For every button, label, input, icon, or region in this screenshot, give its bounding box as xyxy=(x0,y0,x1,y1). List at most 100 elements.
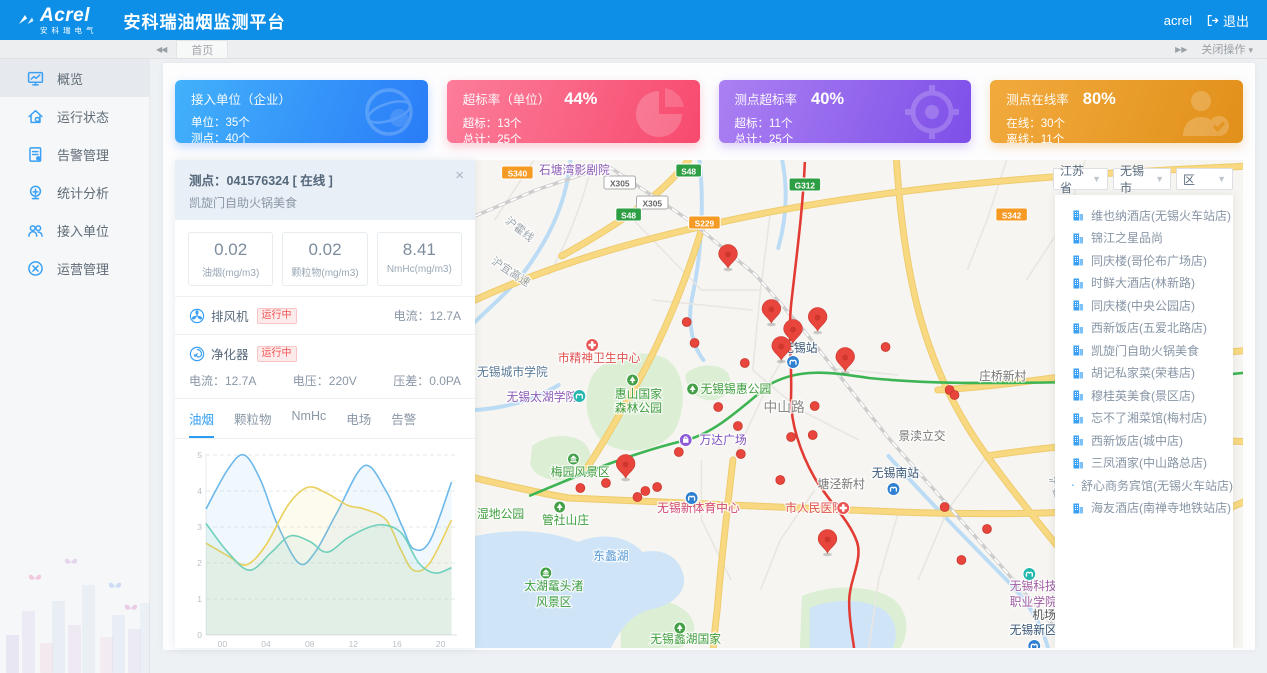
monitor-point-dot[interactable] xyxy=(641,487,650,496)
region-select-3[interactable]: 区▼ xyxy=(1176,168,1233,190)
sidebar-item-4[interactable]: 统计分析 xyxy=(0,173,149,211)
monitor-point-dot[interactable] xyxy=(674,448,683,457)
metro-teal-map-icon xyxy=(1023,568,1036,581)
monitor-point-dot[interactable] xyxy=(714,403,723,412)
monitor-point-dot[interactable] xyxy=(787,433,796,442)
monitor-point-dot[interactable] xyxy=(940,503,949,512)
store-list-item[interactable]: 时鲜大酒店(林新路) xyxy=(1055,272,1233,295)
username[interactable]: acrel xyxy=(1164,13,1192,28)
monitor-point-dot[interactable] xyxy=(653,483,662,492)
svg-text:职业学院: 职业学院 xyxy=(1010,595,1057,609)
stat-card-point-exceed-rate: 测点超标率40% 超标：11个总计：25个 xyxy=(719,80,972,143)
svg-text:4: 4 xyxy=(197,486,202,496)
map-label: 市精神卫生中心市精神卫生中心 xyxy=(558,351,641,365)
logout-icon xyxy=(1206,14,1219,27)
svg-text:太湖鼋头渚: 太湖鼋头渚 xyxy=(524,579,583,593)
map-area[interactable]: S340X305X305S48S48S229G312S342石塘湾影剧院石塘湾影… xyxy=(475,160,1243,648)
svg-text:无锡太湖学院: 无锡太湖学院 xyxy=(507,390,578,404)
chart-tab-NmHc[interactable]: NmHc xyxy=(292,409,327,438)
monitor-point-dot[interactable] xyxy=(602,479,611,488)
monitor-point-dot[interactable] xyxy=(881,343,890,352)
store-name: 三凤酒家(中山路总店) xyxy=(1091,454,1207,471)
store-name: 同庆楼(中央公园店) xyxy=(1091,297,1195,314)
monitor-point-dot[interactable] xyxy=(808,431,817,440)
store-list-item[interactable]: 西新饭店(城中店) xyxy=(1055,429,1233,452)
logout-button[interactable]: 退出 xyxy=(1206,11,1249,30)
svg-text:中山路: 中山路 xyxy=(763,399,804,415)
store-list-item[interactable]: 锦江之星品尚 xyxy=(1055,227,1233,250)
monitor-point-dot[interactable] xyxy=(740,359,749,368)
tree-map-icon xyxy=(687,383,699,395)
sidebar-item-6[interactable]: 运营管理 xyxy=(0,249,149,287)
building-icon xyxy=(1072,232,1084,244)
card-title: 超标率（单位） xyxy=(463,89,551,108)
card-stat-row: 在线：30个 xyxy=(1006,116,1227,132)
store-list-item[interactable]: 同庆楼(中央公园店) xyxy=(1055,294,1233,317)
chart-tab-电场[interactable]: 电场 xyxy=(346,409,371,438)
svg-text:惠山国家: 惠山国家 xyxy=(615,387,662,401)
map-label: 万达广场万达广场 xyxy=(699,433,746,447)
chart-tab-油烟[interactable]: 油烟 xyxy=(189,409,214,438)
expand-tabs-icon[interactable]: ▶▶ xyxy=(1175,45,1187,54)
monitor-point-dot[interactable] xyxy=(690,339,699,348)
svg-text:管社山庄: 管社山庄 xyxy=(542,513,589,527)
collapse-tabs-icon[interactable]: ◀◀ xyxy=(156,45,166,54)
device-stat: 压差：0.0PA xyxy=(393,372,461,389)
map-label: 湿地公园湿地公园 xyxy=(477,507,524,521)
units-icon xyxy=(27,222,44,239)
monitor-point-dot[interactable] xyxy=(810,402,819,411)
svg-text:无锡新体育中心: 无锡新体育中心 xyxy=(657,501,740,515)
monitor-point-dot[interactable] xyxy=(633,493,642,502)
monitor-point-dot[interactable] xyxy=(576,484,585,493)
map-label: 管社山庄管社山庄 xyxy=(542,513,589,527)
map-label: 风景区风景区 xyxy=(536,595,572,609)
svg-text:5: 5 xyxy=(197,450,202,460)
store-list-item[interactable]: 三凤酒家(中山路总店) xyxy=(1055,452,1233,475)
store-list-item[interactable]: 凯旋门自助火锅美食 xyxy=(1055,339,1233,362)
card-stat-row: 单位：35个 xyxy=(191,115,412,131)
monitor-point-dot[interactable] xyxy=(682,318,691,327)
svg-text:1: 1 xyxy=(197,594,202,604)
brand-name: Acrel xyxy=(40,6,98,25)
monitor-point-dot[interactable] xyxy=(957,556,966,565)
close-icon[interactable]: × xyxy=(455,167,464,184)
store-list-item[interactable]: 同庆楼(哥伦布广场店) xyxy=(1055,249,1233,272)
store-list-item[interactable]: 海友酒店(南禅寺地铁站店) xyxy=(1055,497,1233,520)
sidebar-item-2[interactable]: 运行状态 xyxy=(0,97,149,135)
store-list-item[interactable]: 维也纳酒店(无锡火车站店) xyxy=(1055,204,1233,227)
region-select-1[interactable]: 江苏省▼ xyxy=(1053,168,1108,190)
chart-tab-颗粒物[interactable]: 颗粒物 xyxy=(234,409,272,438)
metric-value: 0.02 xyxy=(189,240,272,260)
point-status: [ 在线 ] xyxy=(293,174,333,188)
store-list-item[interactable]: 胡记私家菜(荣巷店) xyxy=(1055,362,1233,385)
map-label: 梅园风景区梅园风景区 xyxy=(551,465,610,479)
store-list-item[interactable]: 穆桂英美食(景区店) xyxy=(1055,384,1233,407)
mall-map-icon xyxy=(679,434,692,447)
store-list-item[interactable]: 舒心商务宾馆(无锡火车站店) xyxy=(1055,474,1233,497)
store-name: 凯旋门自助火锅美食 xyxy=(1091,342,1199,359)
map-label: 无锡城市学院无锡城市学院 xyxy=(477,365,548,379)
svg-text:S48: S48 xyxy=(681,166,696,176)
monitor-point-dot[interactable] xyxy=(983,525,992,534)
stat-card-exceed-rate-unit: 超标率（单位）44% 超标：13个总计：25个 xyxy=(447,80,700,143)
building-icon xyxy=(1072,254,1084,266)
purifier-icon xyxy=(189,346,205,362)
building-icon xyxy=(1072,389,1084,401)
sidebar: 概览运行状态告警管理统计分析接入单位运营管理 xyxy=(0,59,150,673)
monitor-point-dot[interactable] xyxy=(776,476,785,485)
tab-home[interactable]: 首页 xyxy=(176,40,228,58)
monitor-point-dot[interactable] xyxy=(950,391,959,400)
store-list-item[interactable]: 忘不了湘菜馆(梅村店) xyxy=(1055,407,1233,430)
region-select-2[interactable]: 无锡市▼ xyxy=(1113,168,1171,190)
sidebar-item-5[interactable]: 接入单位 xyxy=(0,211,149,249)
monitor-point-dot[interactable] xyxy=(733,422,742,431)
building-icon xyxy=(1072,299,1084,311)
sidebar-item-3[interactable]: 告警管理 xyxy=(0,135,149,173)
store-name: 西新饭店(城中店) xyxy=(1091,432,1183,449)
chart-tab-告警[interactable]: 告警 xyxy=(391,409,416,438)
store-list-item[interactable]: 西新饭店(五爱北路店) xyxy=(1055,317,1233,340)
close-operations-dropdown[interactable]: 关闭操作 ▾ xyxy=(1201,41,1253,57)
sidebar-item-1[interactable]: 概览 xyxy=(0,59,149,97)
monitor-point-dot[interactable] xyxy=(736,450,745,459)
select-value: 区 xyxy=(1183,171,1195,188)
